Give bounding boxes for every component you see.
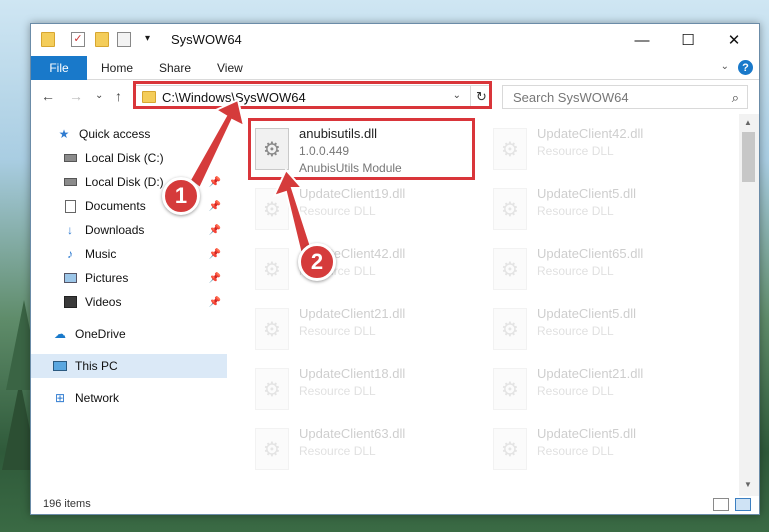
annotation-arrows (188, 98, 314, 260)
callout-2: 2 (298, 243, 336, 281)
arrow-1-icon (188, 98, 246, 190)
callout-1: 1 (162, 177, 200, 215)
